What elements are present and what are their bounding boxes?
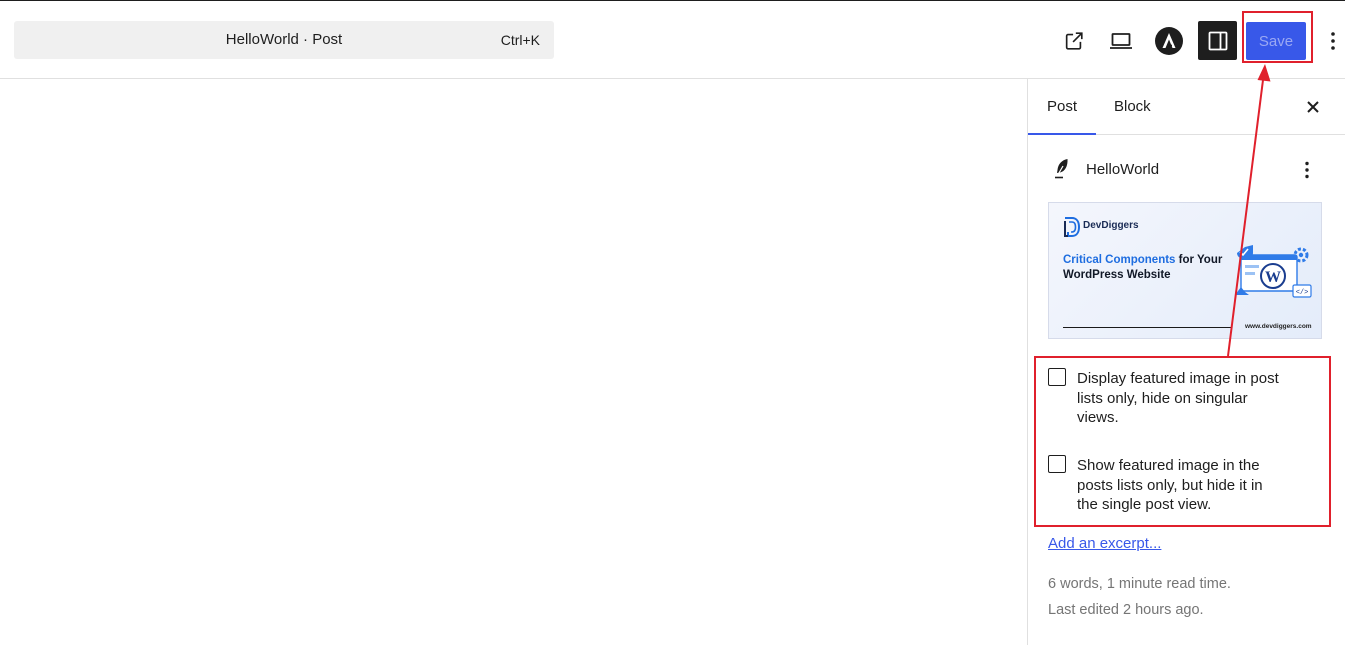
add-excerpt-link[interactable]: Add an excerpt...	[1048, 535, 1161, 552]
featured-divider	[1063, 327, 1231, 328]
wordpress-illustration-icon: W </>	[1235, 245, 1312, 298]
post-title: HelloWorld	[1086, 161, 1160, 178]
featured-url: www.devdiggers.com	[1245, 323, 1312, 330]
desktop-preview-icon	[1110, 33, 1132, 49]
post-stats: 6 words, 1 minute read time.	[1048, 576, 1231, 592]
document-title: HelloWorld · Post	[225, 31, 343, 48]
settings-sidebar: Post Block HelloWorld DevDiggers Critica…	[1027, 79, 1345, 645]
featured-brand: DevDiggers	[1083, 220, 1139, 231]
more-vertical-icon	[1305, 161, 1309, 179]
checkbox-label: Show featured image in the posts lists o…	[1077, 457, 1263, 513]
settings-sidebar-toggle[interactable]	[1198, 21, 1237, 60]
featured-image[interactable]: DevDiggers Critical Components for Your …	[1048, 202, 1322, 339]
post-summary-header: HelloWorld	[1028, 153, 1345, 187]
sidebar-tabs: Post Block	[1028, 79, 1345, 135]
astra-settings-button[interactable]	[1149, 21, 1189, 61]
device-preview-button[interactable]	[1101, 21, 1141, 61]
command-palette-button[interactable]: HelloWorld · Post Ctrl+K	[14, 21, 554, 59]
tab-post[interactable]: Post	[1028, 79, 1096, 135]
featured-lists-only-checkbox[interactable]	[1048, 368, 1066, 386]
hide-single-view-checkbox[interactable]	[1048, 455, 1066, 473]
tab-block[interactable]: Block	[1114, 79, 1154, 135]
external-link-icon	[1065, 32, 1083, 50]
editor-canvas[interactable]	[0, 79, 1027, 645]
save-button[interactable]: Save	[1246, 22, 1306, 60]
astra-logo-icon	[1155, 27, 1183, 55]
featured-headline: Critical Components for Your WordPress W…	[1063, 253, 1223, 283]
feather-post-icon	[1055, 159, 1068, 179]
sidebar-toggle-icon	[1208, 31, 1227, 50]
devdiggers-logo-icon	[1064, 217, 1080, 237]
close-icon	[1307, 101, 1319, 113]
svg-text:</>: </>	[1296, 289, 1309, 297]
checkbox-label: Display featured image in post lists onl…	[1077, 370, 1279, 426]
shortcut-hint: Ctrl+K	[500, 32, 540, 48]
options-menu-button[interactable]	[1318, 21, 1345, 61]
more-vertical-icon	[1331, 32, 1335, 50]
view-post-button[interactable]	[1054, 21, 1094, 61]
last-edited: Last edited 2 hours ago.	[1048, 602, 1204, 618]
headline-highlight: Critical Components	[1063, 254, 1176, 266]
close-sidebar-button[interactable]	[1302, 96, 1324, 118]
svg-text:W: W	[1265, 269, 1281, 286]
editor-header: HelloWorld · Post Ctrl+K Save	[0, 0, 1345, 79]
post-actions-button[interactable]	[1300, 157, 1314, 183]
